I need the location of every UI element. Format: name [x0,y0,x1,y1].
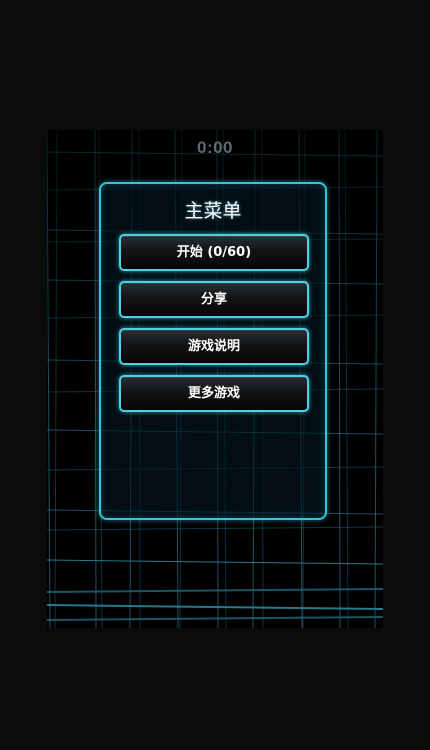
timer-display: 0:00 [196,138,234,157]
menu-title: 主菜单 [184,200,242,222]
instructions-button[interactable]: 游戏说明 [119,328,309,365]
share-button[interactable]: 分享 [119,281,309,318]
more-games-button[interactable]: 更多游戏 [119,375,309,412]
main-menu-panel: 主菜单 开始 (0/60) 分享 游戏说明 更多游戏 [99,182,327,520]
menu-button-list: 开始 (0/60) 分享 游戏说明 更多游戏 [119,234,309,422]
start-button[interactable]: 开始 (0/60) [119,234,309,271]
game-canvas: 0:00 主菜单 开始 (0/60) 分享 游戏说明 更多游戏 [47,130,383,628]
app-viewport: 0:00 主菜单 开始 (0/60) 分享 游戏说明 更多游戏 [0,0,430,750]
